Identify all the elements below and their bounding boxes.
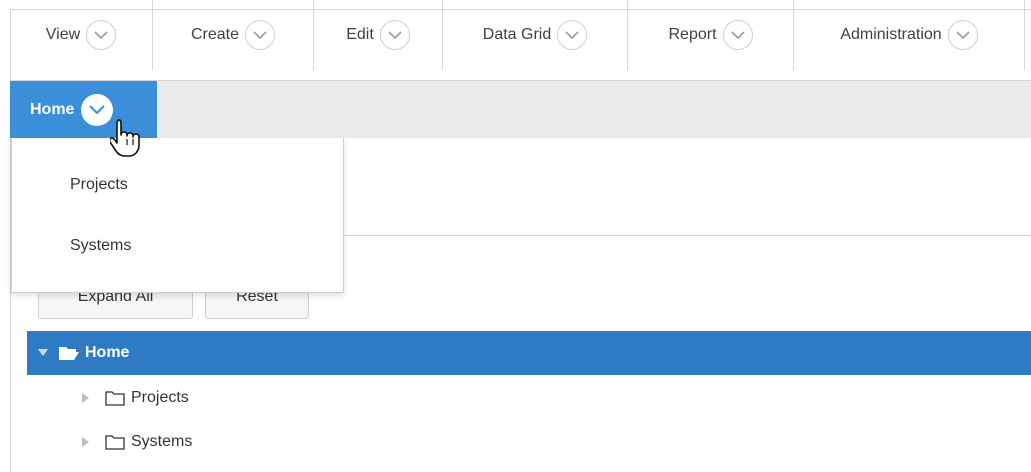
menu-item-edit[interactable]: Edit [314,0,443,70]
chevron-down-icon[interactable] [86,20,117,50]
menu-item-label: Data Grid [482,26,552,43]
chevron-down-icon[interactable] [947,20,978,50]
chevron-down-icon[interactable] [722,20,753,50]
menu-item-label: Edit [346,26,374,43]
menu-item-view[interactable]: View [10,0,153,70]
sub-menu-bar [10,81,1031,138]
menu-item-data-grid[interactable]: Data Grid [443,0,628,70]
menu-item-create[interactable]: Create [153,0,314,70]
menu-item-label: Administration [840,26,942,43]
folder-open-icon [59,347,79,360]
tree-row-root[interactable]: Home [38,331,129,375]
chevron-down-icon[interactable] [557,20,588,50]
tree-row-projects[interactable]: Projects [82,376,189,420]
menu-item-report[interactable]: Report [628,0,794,70]
menu-item-administration[interactable]: Administration [794,0,1025,70]
home-dropdown-menu: Projects Systems [11,138,344,293]
chevron-down-icon[interactable] [379,20,410,50]
chevron-down-icon[interactable] [245,20,276,50]
menu-item-label: View [45,26,81,43]
dropdown-item-projects[interactable]: Projects [70,176,128,194]
tree-row-systems[interactable]: Systems [82,420,192,464]
tree-node-label: Systems [131,433,193,450]
folder-icon [105,391,125,406]
folder-icon [105,435,125,450]
caret-right-icon[interactable] [82,393,90,403]
caret-right-icon[interactable] [82,437,90,447]
menu-item-label: Create [190,26,240,43]
tree-node-label: Home [85,344,130,361]
hand-cursor-icon [110,119,140,157]
tree-node-home[interactable] [27,331,1031,375]
chevron-down-icon[interactable] [81,93,114,126]
tree-node-label: Projects [131,389,189,406]
caret-down-icon[interactable] [38,349,48,357]
dropdown-item-systems[interactable]: Systems [70,237,131,255]
menu-item-label: Report [668,26,717,43]
tab-home-label: Home [30,100,75,118]
